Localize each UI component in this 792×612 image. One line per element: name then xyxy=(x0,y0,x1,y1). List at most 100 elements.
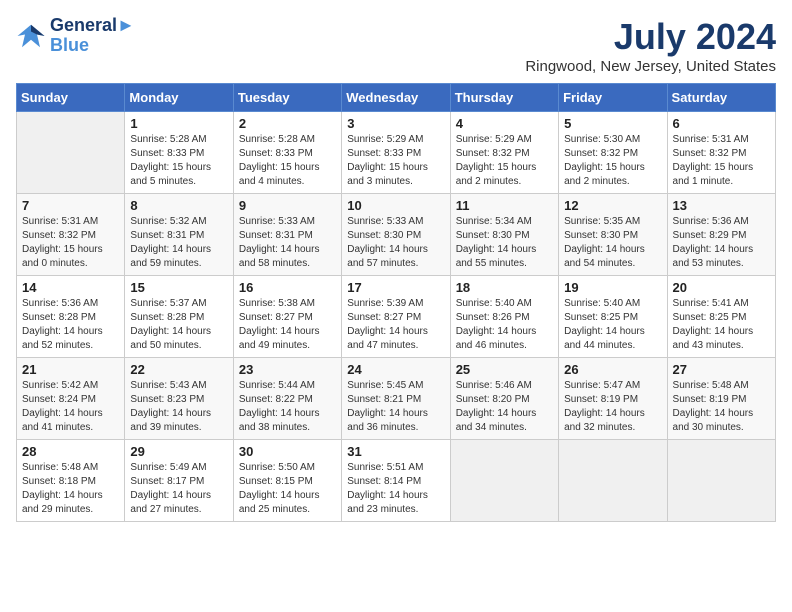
table-row: 26 Sunrise: 5:47 AM Sunset: 8:19 PM Dayli… xyxy=(559,358,667,440)
table-row: 8Sunrise: 5:32 AM Sunset: 8:31 PM Daylig… xyxy=(125,194,233,276)
day-info: Sunrise: 5:31 AM Sunset: 8:32 PM Dayligh… xyxy=(673,133,770,189)
day-info: Sunrise: 5:40 AM Sunset: 8:25 PM Dayligh… xyxy=(564,297,661,353)
day-number: 26 xyxy=(564,362,661,377)
table-row: 27 Sunrise: 5:48 AM Sunset: 8:19 PM Dayli… xyxy=(667,358,775,440)
table-row: 20Sunrise: 5:41 AM Sunset: 8:25 PM Dayli… xyxy=(667,276,775,358)
day-number: 2 xyxy=(239,116,336,131)
table-row: 4Sunrise: 5:29 AM Sunset: 8:32 PM Daylig… xyxy=(450,112,558,194)
table-row: 2 Sunrise: 5:28 AM Sunset: 8:33 PM Daylig… xyxy=(233,112,341,194)
day-info: Sunrise: 5:38 AM Sunset: 8:27 PM Dayligh… xyxy=(239,297,336,353)
day-number: 29 xyxy=(130,444,227,459)
table-row: 10 Sunrise: 5:33 AM Sunset: 8:30 PM Dayli… xyxy=(342,194,450,276)
table-row: 30 Sunrise: 5:50 AM Sunset: 8:15 PM Dayli… xyxy=(233,440,341,522)
table-row: 9Sunrise: 5:33 AM Sunset: 8:31 PM Daylig… xyxy=(233,194,341,276)
day-number: 14 xyxy=(22,280,119,295)
day-number: 7 xyxy=(22,198,119,213)
table-row: 13 Sunrise: 5:36 AM Sunset: 8:29 PM Dayli… xyxy=(667,194,775,276)
day-info: Sunrise: 5:35 AM Sunset: 8:30 PM Dayligh… xyxy=(564,215,661,271)
table-row xyxy=(450,440,558,522)
day-number: 31 xyxy=(347,444,444,459)
day-number: 9 xyxy=(239,198,336,213)
day-info: Sunrise: 5:39 AM Sunset: 8:27 PM Dayligh… xyxy=(347,297,444,353)
day-info: Sunrise: 5:46 AM Sunset: 8:20 PM Dayligh… xyxy=(456,379,553,435)
day-info: Sunrise: 5:37 AM Sunset: 8:28 PM Dayligh… xyxy=(130,297,227,353)
day-number: 24 xyxy=(347,362,444,377)
day-number: 8 xyxy=(130,198,227,213)
logo-text: General► Blue xyxy=(50,16,135,56)
logo-icon xyxy=(16,21,46,51)
day-number: 13 xyxy=(673,198,770,213)
table-row: 28 Sunrise: 5:48 AM Sunset: 8:18 PM Dayli… xyxy=(17,440,125,522)
day-number: 27 xyxy=(673,362,770,377)
table-row: 19Sunrise: 5:40 AM Sunset: 8:25 PM Dayli… xyxy=(559,276,667,358)
day-info: Sunrise: 5:41 AM Sunset: 8:25 PM Dayligh… xyxy=(673,297,770,353)
calendar-week-2: 7 Sunrise: 5:31 AM Sunset: 8:32 PM Daylig… xyxy=(17,194,776,276)
table-row: 5Sunrise: 5:30 AM Sunset: 8:32 PM Daylig… xyxy=(559,112,667,194)
day-number: 23 xyxy=(239,362,336,377)
calendar-week-1: 1Sunrise: 5:28 AM Sunset: 8:33 PM Daylig… xyxy=(17,112,776,194)
day-number: 30 xyxy=(239,444,336,459)
table-row: 16 Sunrise: 5:38 AM Sunset: 8:27 PM Dayli… xyxy=(233,276,341,358)
day-info: Sunrise: 5:40 AM Sunset: 8:26 PM Dayligh… xyxy=(456,297,553,353)
table-row: 25 Sunrise: 5:46 AM Sunset: 8:20 PM Dayli… xyxy=(450,358,558,440)
table-row: 31 Sunrise: 5:51 AM Sunset: 8:14 PM Dayli… xyxy=(342,440,450,522)
table-row: 11 Sunrise: 5:34 AM Sunset: 8:30 PM Dayli… xyxy=(450,194,558,276)
day-number: 3 xyxy=(347,116,444,131)
day-info: Sunrise: 5:43 AM Sunset: 8:23 PM Dayligh… xyxy=(130,379,227,435)
header-friday: Friday xyxy=(559,84,667,112)
day-info: Sunrise: 5:48 AM Sunset: 8:19 PM Dayligh… xyxy=(673,379,770,435)
day-number: 22 xyxy=(130,362,227,377)
title-block: July 2024 Ringwood, New Jersey, United S… xyxy=(525,16,776,75)
table-row: 7 Sunrise: 5:31 AM Sunset: 8:32 PM Daylig… xyxy=(17,194,125,276)
table-row: 12Sunrise: 5:35 AM Sunset: 8:30 PM Dayli… xyxy=(559,194,667,276)
header-sunday: Sunday xyxy=(17,84,125,112)
day-info: Sunrise: 5:47 AM Sunset: 8:19 PM Dayligh… xyxy=(564,379,661,435)
calendar-header-row: Sunday Monday Tuesday Wednesday Thursday… xyxy=(17,84,776,112)
logo: General► Blue xyxy=(16,16,135,56)
day-info: Sunrise: 5:28 AM Sunset: 8:33 PM Dayligh… xyxy=(239,133,336,189)
table-row: 1Sunrise: 5:28 AM Sunset: 8:33 PM Daylig… xyxy=(125,112,233,194)
day-info: Sunrise: 5:36 AM Sunset: 8:28 PM Dayligh… xyxy=(22,297,119,353)
day-info: Sunrise: 5:51 AM Sunset: 8:14 PM Dayligh… xyxy=(347,461,444,517)
day-info: Sunrise: 5:50 AM Sunset: 8:15 PM Dayligh… xyxy=(239,461,336,517)
table-row xyxy=(17,112,125,194)
table-row: 17Sunrise: 5:39 AM Sunset: 8:27 PM Dayli… xyxy=(342,276,450,358)
day-number: 18 xyxy=(456,280,553,295)
table-row xyxy=(559,440,667,522)
table-row: 21Sunrise: 5:42 AM Sunset: 8:24 PM Dayli… xyxy=(17,358,125,440)
table-row: 14 Sunrise: 5:36 AM Sunset: 8:28 PM Dayli… xyxy=(17,276,125,358)
day-info: Sunrise: 5:34 AM Sunset: 8:30 PM Dayligh… xyxy=(456,215,553,271)
day-number: 6 xyxy=(673,116,770,131)
calendar-week-5: 28 Sunrise: 5:48 AM Sunset: 8:18 PM Dayli… xyxy=(17,440,776,522)
day-info: Sunrise: 5:33 AM Sunset: 8:30 PM Dayligh… xyxy=(347,215,444,271)
table-row xyxy=(667,440,775,522)
day-info: Sunrise: 5:36 AM Sunset: 8:29 PM Dayligh… xyxy=(673,215,770,271)
day-number: 4 xyxy=(456,116,553,131)
day-number: 25 xyxy=(456,362,553,377)
header-thursday: Thursday xyxy=(450,84,558,112)
location: Ringwood, New Jersey, United States xyxy=(525,58,776,75)
table-row: 3Sunrise: 5:29 AM Sunset: 8:33 PM Daylig… xyxy=(342,112,450,194)
header-wednesday: Wednesday xyxy=(342,84,450,112)
calendar-table: Sunday Monday Tuesday Wednesday Thursday… xyxy=(16,83,776,522)
table-row: 15 Sunrise: 5:37 AM Sunset: 8:28 PM Dayli… xyxy=(125,276,233,358)
day-number: 15 xyxy=(130,280,227,295)
day-info: Sunrise: 5:42 AM Sunset: 8:24 PM Dayligh… xyxy=(22,379,119,435)
day-number: 28 xyxy=(22,444,119,459)
table-row: 24Sunrise: 5:45 AM Sunset: 8:21 PM Dayli… xyxy=(342,358,450,440)
day-info: Sunrise: 5:49 AM Sunset: 8:17 PM Dayligh… xyxy=(130,461,227,517)
day-number: 10 xyxy=(347,198,444,213)
month-title: July 2024 xyxy=(525,16,776,58)
day-info: Sunrise: 5:48 AM Sunset: 8:18 PM Dayligh… xyxy=(22,461,119,517)
day-number: 11 xyxy=(456,198,553,213)
calendar-week-3: 14 Sunrise: 5:36 AM Sunset: 8:28 PM Dayli… xyxy=(17,276,776,358)
table-row: 18 Sunrise: 5:40 AM Sunset: 8:26 PM Dayli… xyxy=(450,276,558,358)
day-info: Sunrise: 5:44 AM Sunset: 8:22 PM Dayligh… xyxy=(239,379,336,435)
table-row: 23 Sunrise: 5:44 AM Sunset: 8:22 PM Dayli… xyxy=(233,358,341,440)
table-row: 29 Sunrise: 5:49 AM Sunset: 8:17 PM Dayli… xyxy=(125,440,233,522)
day-number: 16 xyxy=(239,280,336,295)
day-number: 5 xyxy=(564,116,661,131)
day-info: Sunrise: 5:28 AM Sunset: 8:33 PM Dayligh… xyxy=(130,133,227,189)
day-info: Sunrise: 5:31 AM Sunset: 8:32 PM Dayligh… xyxy=(22,215,119,271)
page-header: General► Blue July 2024 Ringwood, New Je… xyxy=(16,16,776,75)
